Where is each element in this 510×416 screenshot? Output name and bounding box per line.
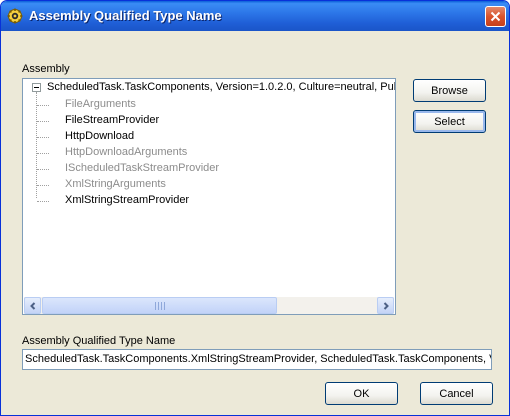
select-button[interactable]: Select (413, 110, 486, 133)
browse-button[interactable]: Browse (413, 79, 486, 102)
dialog-body: Assembly ScheduledTask.TaskComponents, V… (4, 31, 506, 412)
scroll-thumb[interactable] (42, 297, 277, 314)
arrow-left-icon (30, 302, 36, 310)
collapse-toggle[interactable] (32, 83, 41, 92)
assembly-tree[interactable]: ScheduledTask.TaskComponents, Version=1.… (22, 78, 396, 315)
assembly-label: Assembly (22, 63, 70, 75)
ok-button[interactable]: OK (325, 382, 398, 405)
title-bar[interactable]: Assembly Qualified Type Name (1, 1, 509, 31)
scroll-left-button[interactable] (24, 297, 41, 314)
cancel-button[interactable]: Cancel (420, 382, 493, 405)
tree-item-type[interactable]: HttpDownload (65, 129, 134, 144)
arrow-right-icon (383, 302, 389, 310)
type-name-field[interactable]: ScheduledTask.TaskComponents.XmlStringSt… (22, 349, 492, 370)
close-icon (490, 11, 501, 22)
dialog-window: Assembly Qualified Type Name Assembly Sc… (0, 0, 510, 416)
type-name-label: Assembly Qualified Type Name (22, 335, 176, 347)
horizontal-scrollbar[interactable] (24, 297, 394, 314)
tree-item-type[interactable]: XmlStringStreamProvider (65, 193, 189, 208)
tree-item-type: IScheduledTaskStreamProvider (65, 162, 220, 174)
tree-root-assembly[interactable]: ScheduledTask.TaskComponents, Version=1.… (47, 80, 395, 95)
close-button[interactable] (485, 6, 506, 27)
tree-item-type: FileArguments (65, 98, 136, 110)
tree-item-type[interactable]: FileStreamProvider (65, 113, 159, 128)
tree-connector (36, 92, 37, 198)
window-title: Assembly Qualified Type Name (29, 8, 222, 23)
gear-icon (7, 8, 23, 24)
tree-item-type: XmlStringArguments (65, 178, 166, 190)
tree-item-type: HttpDownloadArguments (65, 146, 188, 158)
scroll-right-button[interactable] (377, 297, 394, 314)
